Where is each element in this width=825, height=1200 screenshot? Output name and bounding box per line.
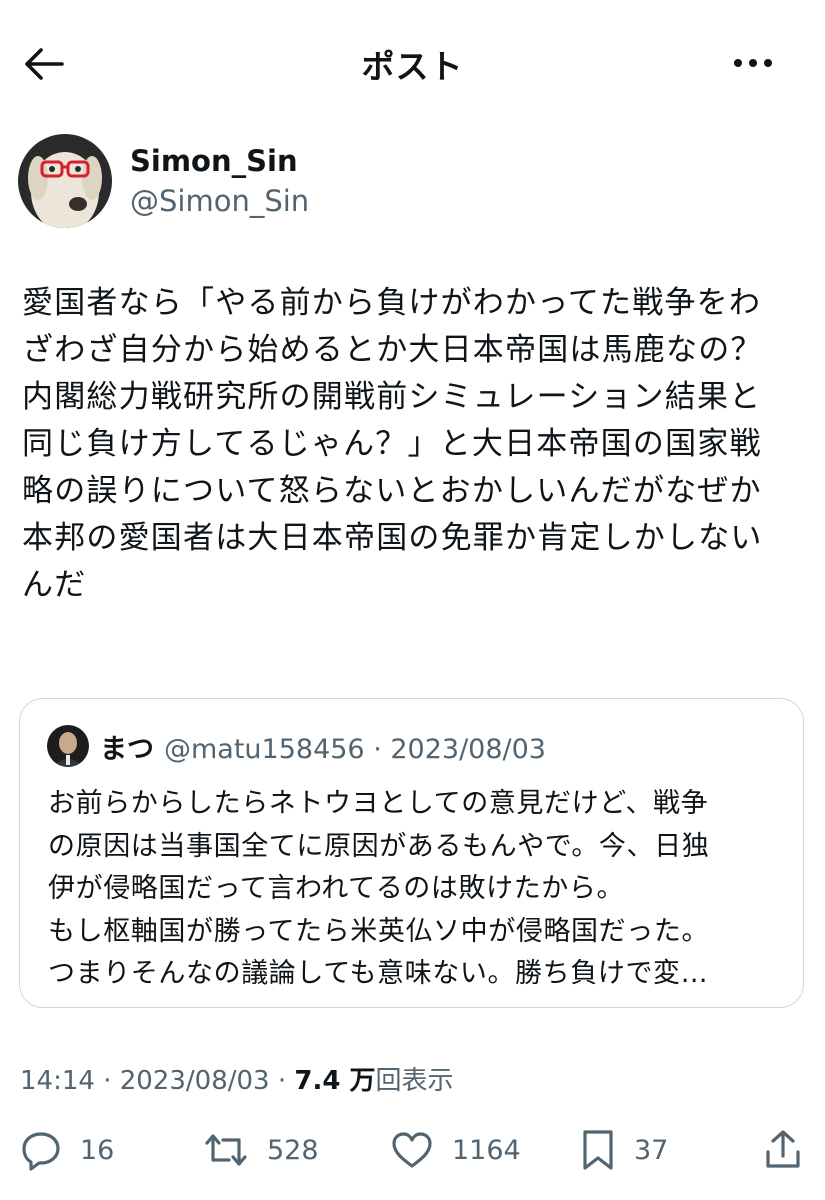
repost-count: 528 (267, 1134, 319, 1166)
reply-button[interactable]: 16 (20, 1122, 114, 1178)
page-title: ポスト (361, 47, 464, 86)
bookmark-icon (583, 1130, 613, 1170)
quote-author-name: まつ (100, 734, 154, 765)
more-horizontal-icon (734, 59, 742, 67)
share-icon (766, 1130, 800, 1168)
heart-icon (392, 1132, 432, 1168)
repost-icon (205, 1134, 247, 1166)
like-button[interactable]: 1164 (390, 1122, 521, 1178)
quote-author-avatar (47, 725, 89, 767)
post-detail-page: ポスト Simon_Sin @Simon_Sin 愛国者なら「やる前から負けがわ… (0, 0, 825, 1200)
reply-icon (22, 1132, 60, 1171)
post-meta: 14:14 · 2023/08/03 · 7.4 万回表示 (20, 1060, 454, 1097)
post-timestamp[interactable]: 14:14 · 2023/08/03 · (20, 1066, 294, 1096)
reply-count: 16 (80, 1134, 115, 1166)
bookmark-count: 37 (634, 1134, 669, 1166)
views-label: 回表示 (375, 1066, 454, 1096)
quote-author-meta: @matu158456 · 2023/08/03 (164, 734, 546, 765)
author-display-name[interactable]: Simon_Sin (130, 144, 298, 178)
quote-header: まつ @matu158456 · 2023/08/03 (100, 727, 546, 766)
share-button[interactable] (762, 1122, 804, 1178)
author-handle[interactable]: @Simon_Sin (130, 184, 309, 218)
post-text: 愛国者なら「やる前から負けがわかってた戦争をわ ざわざ自分から始めるとか大日本帝… (22, 285, 763, 603)
like-count: 1164 (452, 1134, 521, 1166)
author-avatar[interactable] (18, 134, 112, 228)
quote-text: お前らからしたらネトウヨとしての意見だけど、戦争 の原因は当事国全てに原因がある… (48, 788, 710, 989)
bookmark-button[interactable]: 37 (580, 1122, 668, 1178)
action-bar: 16 528 1164 37 (0, 1122, 825, 1182)
top-bar: ポスト (0, 0, 825, 124)
repost-button[interactable]: 528 (203, 1122, 319, 1178)
views-count: 7.4 万 (294, 1066, 376, 1096)
quoted-post-card[interactable]: まつ @matu158456 · 2023/08/03 お前らからしたらネトウヨと… (19, 698, 804, 1008)
more-button[interactable] (725, 46, 781, 80)
